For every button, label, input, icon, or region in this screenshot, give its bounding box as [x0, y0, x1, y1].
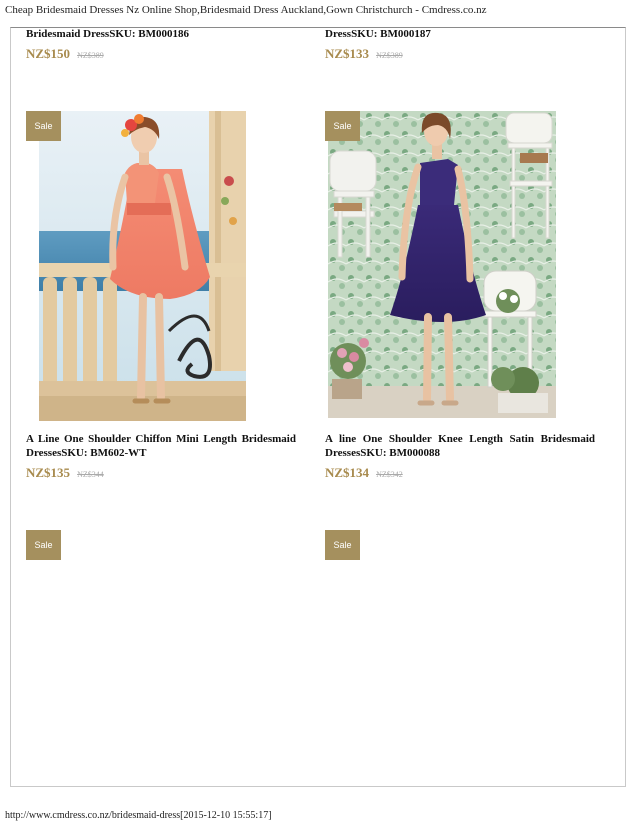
sale-price: NZ$134 [325, 465, 370, 480]
sale-badge: Sale [26, 111, 61, 141]
product-card-mid-right: A line One Shoulder Knee Length Satin Br… [325, 432, 595, 482]
sale-badge: Sale [26, 530, 61, 560]
price-row: NZ$150 NZ$389 [26, 45, 296, 63]
price-row: NZ$133 NZ$389 [325, 45, 595, 63]
product-title[interactable]: DressSKU: BM000187 [325, 27, 595, 41]
product-image-purple-dress[interactable] [328, 111, 556, 418]
purple-dress-photo [328, 111, 556, 418]
product-card-top-right: DressSKU: BM000187 NZ$133 NZ$389 [325, 27, 595, 63]
product-title[interactable]: A line One Shoulder Knee Length Satin Br… [325, 432, 595, 460]
price-row: NZ$135 NZ$344 [26, 464, 296, 482]
original-price: NZ$389 [77, 51, 104, 60]
product-image-coral-dress[interactable] [39, 111, 246, 421]
coral-dress-photo [39, 111, 246, 421]
price-row: NZ$134 NZ$342 [325, 464, 595, 482]
product-card-mid-left: A Line One Shoulder Chiffon Mini Length … [26, 432, 296, 482]
original-price: NZ$342 [376, 470, 403, 479]
sale-badge: Sale [325, 530, 360, 560]
sale-price: NZ$150 [26, 46, 71, 61]
sale-badge: Sale [325, 111, 360, 141]
sale-price: NZ$135 [26, 465, 71, 480]
print-header-title: Cheap Bridesmaid Dresses Nz Online Shop,… [5, 4, 487, 16]
sale-price: NZ$133 [325, 46, 370, 61]
original-price: NZ$344 [77, 470, 104, 479]
product-card-top-left: Bridesmaid DressSKU: BM000186 NZ$150 NZ$… [26, 27, 296, 63]
print-footer-url: http://www.cmdress.co.nz/bridesmaid-dres… [5, 810, 272, 821]
product-title[interactable]: A Line One Shoulder Chiffon Mini Length … [26, 432, 296, 460]
product-title[interactable]: Bridesmaid DressSKU: BM000186 [26, 27, 296, 41]
original-price: NZ$389 [376, 51, 403, 60]
